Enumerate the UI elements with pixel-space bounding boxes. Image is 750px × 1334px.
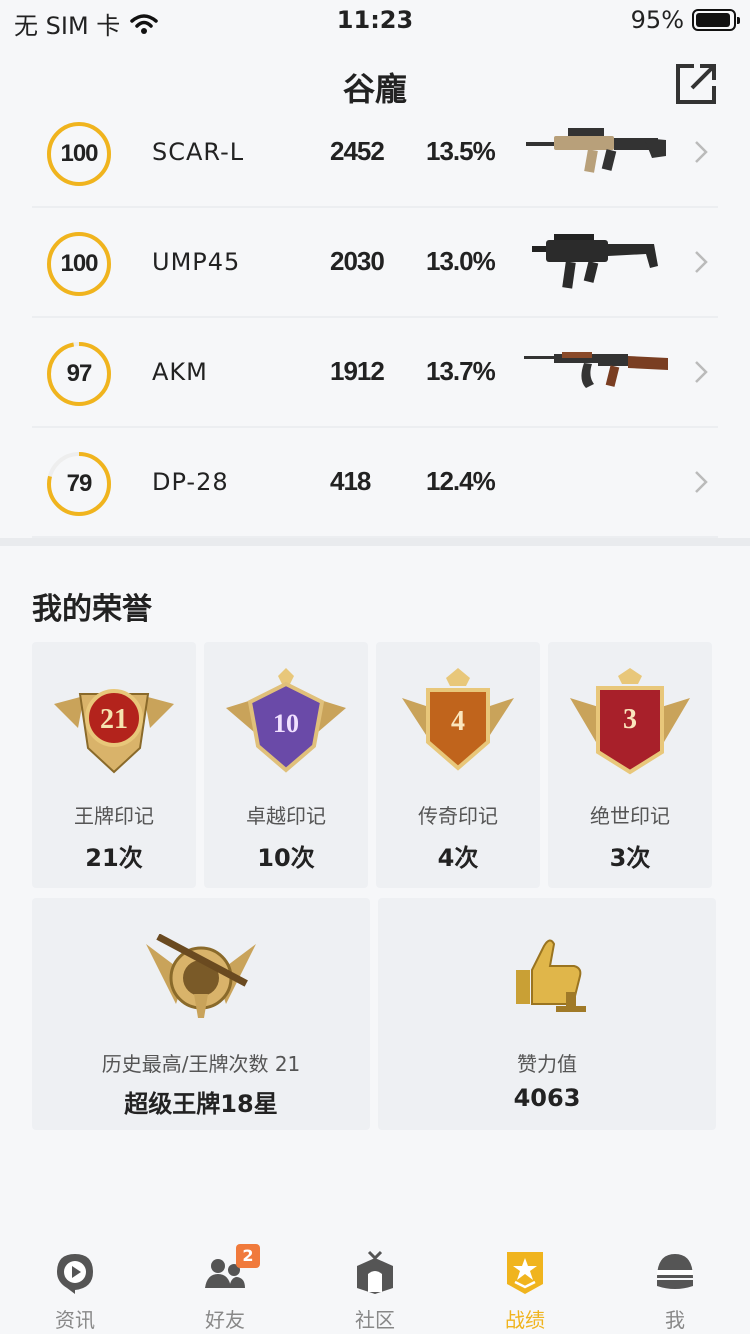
honor-count: 21次 bbox=[85, 844, 143, 872]
chevron-right-icon bbox=[695, 471, 708, 493]
helmet-icon bbox=[657, 1254, 693, 1289]
record-icon bbox=[507, 1252, 543, 1294]
rank-badge-icon bbox=[146, 934, 256, 1018]
weapon-name: DP-28 bbox=[152, 468, 229, 496]
highest-rank-value: 超级王牌18星 bbox=[124, 1090, 278, 1118]
honor-section-title: 我的荣誉 bbox=[32, 592, 152, 627]
honor-count: 4次 bbox=[437, 844, 479, 872]
weapon-list: 100 SCAR-L 2452 13.5% 100 UMP45 2030 13.… bbox=[0, 98, 750, 538]
tab-record[interactable]: 战绩 bbox=[450, 1236, 600, 1334]
kill-count: 2030 bbox=[330, 246, 385, 276]
svg-text:3: 3 bbox=[623, 704, 637, 735]
tab-label: 我 bbox=[665, 1308, 685, 1332]
tab-community[interactable]: 社区 bbox=[300, 1236, 450, 1334]
proficiency-score: 79 bbox=[66, 470, 93, 497]
scar-l-rifle-icon bbox=[526, 128, 666, 173]
tab-label: 好友 bbox=[205, 1308, 245, 1332]
status-bar: 无 SIM 卡 11:23 95% bbox=[0, 0, 750, 42]
tab-label: 战绩 bbox=[505, 1308, 545, 1332]
honor-label: 绝世印记 bbox=[590, 804, 670, 828]
likes-label: 赞力值 bbox=[517, 1052, 577, 1076]
kill-count: 2452 bbox=[330, 136, 385, 166]
community-icon bbox=[357, 1250, 393, 1294]
weapon-name: UMP45 bbox=[152, 248, 241, 276]
honor-count: 3次 bbox=[609, 844, 651, 872]
likes-value: 4063 bbox=[513, 1084, 581, 1112]
weapon-row[interactable]: 79 DP-28 418 12.4% bbox=[32, 428, 718, 538]
akm-rifle-icon bbox=[524, 352, 668, 388]
honor-label: 传奇印记 bbox=[418, 804, 498, 828]
proficiency-score: 100 bbox=[60, 250, 98, 277]
tab-friends[interactable]: 2 好友 bbox=[150, 1236, 300, 1334]
weapon-row[interactable]: 100 UMP45 2030 13.0% bbox=[32, 208, 718, 318]
weapon-row[interactable]: 100 SCAR-L 2452 13.5% bbox=[32, 98, 718, 208]
weapon-name: SCAR-L bbox=[152, 138, 245, 166]
honor-card-excellent[interactable]: 10 卓越印记 10次 bbox=[204, 642, 368, 888]
ump45-smg-icon bbox=[532, 234, 658, 289]
peerless-medal-icon: 3 bbox=[570, 668, 690, 775]
kill-rate: 13.5% bbox=[426, 136, 496, 166]
excellent-medal-icon: 10 bbox=[226, 668, 346, 773]
honor-card-legend[interactable]: 4 传奇印记 4次 bbox=[376, 642, 540, 888]
chevron-right-icon bbox=[695, 141, 708, 163]
likes-card[interactable]: 赞力值 4063 bbox=[378, 898, 716, 1130]
tab-bar: 资讯 2 好友 社区 战绩 我 bbox=[0, 1236, 750, 1334]
tab-news[interactable]: 资讯 bbox=[0, 1236, 150, 1334]
kill-rate: 13.7% bbox=[426, 356, 496, 386]
battery-icon bbox=[692, 9, 740, 31]
highest-rank-card[interactable]: 历史最高/王牌次数 21 超级王牌18星 bbox=[32, 898, 370, 1130]
svg-text:4: 4 bbox=[451, 706, 465, 737]
honor-label: 卓越印记 bbox=[246, 804, 326, 828]
kill-count: 418 bbox=[330, 466, 371, 496]
highest-rank-label: 历史最高/王牌次数 21 bbox=[101, 1052, 301, 1076]
honor-count: 10次 bbox=[257, 844, 315, 872]
honor-card-ace[interactable]: 21 王牌印记 21次 bbox=[32, 642, 196, 888]
chevron-right-icon bbox=[695, 251, 708, 273]
svg-text:10: 10 bbox=[273, 709, 299, 738]
proficiency-score: 100 bbox=[60, 140, 98, 167]
kill-rate: 12.4% bbox=[426, 466, 496, 496]
honor-label: 王牌印记 bbox=[74, 804, 154, 828]
news-icon bbox=[57, 1254, 93, 1294]
ace-medal-icon: 21 bbox=[54, 689, 174, 774]
battery-indicator: 95% bbox=[630, 6, 740, 34]
thumbs-up-trophy-icon bbox=[516, 939, 586, 1012]
battery-percent: 95% bbox=[630, 6, 684, 34]
kill-count: 1912 bbox=[330, 356, 385, 386]
honor-card-peerless[interactable]: 3 绝世印记 3次 bbox=[548, 642, 712, 888]
weapon-row[interactable]: 97 AKM 1912 13.7% bbox=[32, 318, 718, 428]
section-divider bbox=[0, 538, 750, 546]
tab-me[interactable]: 我 bbox=[600, 1236, 750, 1334]
weapon-name: AKM bbox=[152, 358, 208, 386]
svg-text:21: 21 bbox=[100, 704, 128, 735]
legend-medal-icon: 4 bbox=[402, 668, 514, 771]
kill-rate: 13.0% bbox=[426, 246, 496, 276]
proficiency-score: 97 bbox=[66, 360, 93, 387]
chevron-right-icon bbox=[695, 361, 708, 383]
tab-label: 社区 bbox=[355, 1308, 395, 1332]
tab-label: 资讯 bbox=[55, 1308, 95, 1332]
unread-badge: 2 bbox=[236, 1244, 260, 1268]
